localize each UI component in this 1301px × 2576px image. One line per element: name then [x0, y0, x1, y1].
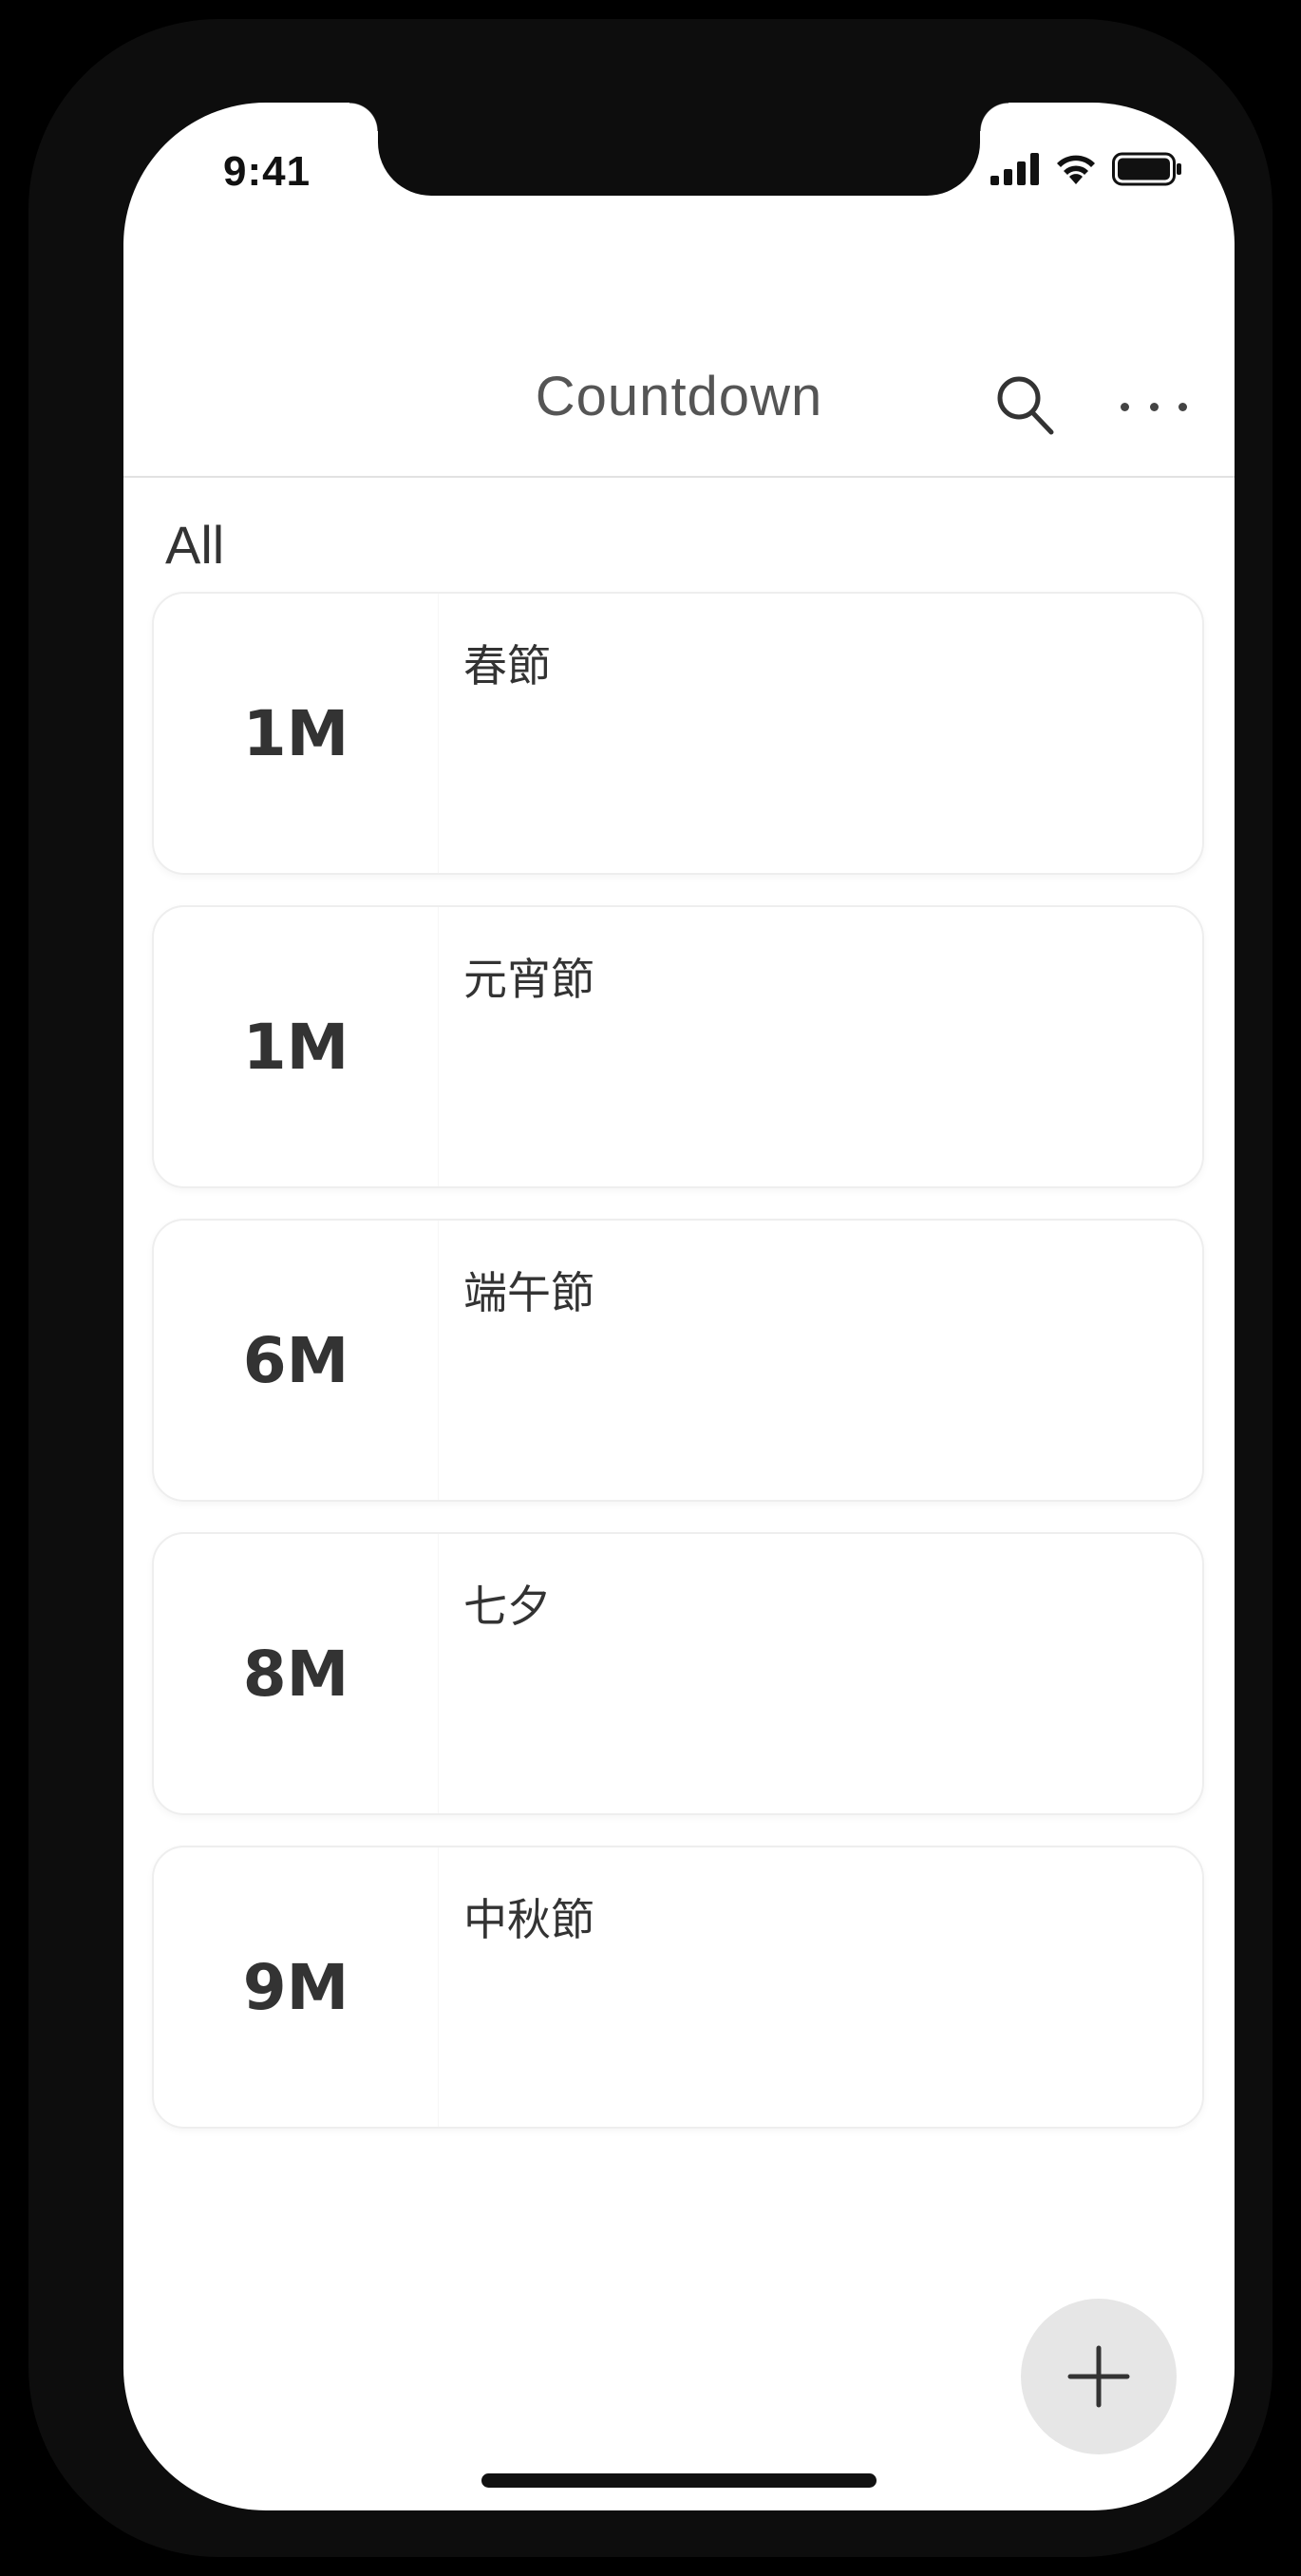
- device-notch: [349, 103, 1009, 196]
- countdown-remaining: 8M: [154, 1534, 439, 1813]
- app-screen: 9:41 Countdown All 1M 春節 1M 元宵節 6M 端午節 8…: [123, 103, 1235, 2510]
- page-title: Countdown: [535, 366, 823, 427]
- plus-icon: [1067, 2345, 1130, 2408]
- add-countdown-button[interactable]: [1021, 2299, 1177, 2454]
- countdown-remaining: 1M: [154, 594, 439, 873]
- countdown-remaining: 9M: [154, 1847, 439, 2127]
- countdown-card[interactable]: 8M 七夕: [152, 1532, 1204, 1815]
- home-indicator[interactable]: [481, 2473, 877, 2488]
- navigation-bar: Countdown: [123, 302, 1235, 478]
- signal-icon: [990, 153, 1039, 185]
- countdown-title: 春節: [463, 640, 551, 691]
- countdown-card[interactable]: 9M 中秋節: [152, 1846, 1204, 2129]
- countdown-title: 端午節: [463, 1267, 594, 1318]
- more-button[interactable]: [1121, 388, 1187, 426]
- countdown-card[interactable]: 1M 春節: [152, 592, 1204, 875]
- countdown-card[interactable]: 6M 端午節: [152, 1219, 1204, 1502]
- search-button[interactable]: [992, 372, 1059, 439]
- more-icon-dot: [1149, 402, 1159, 411]
- search-icon: [997, 376, 1054, 435]
- phone-frame: 9:41 Countdown All 1M 春節 1M 元宵節 6M 端午節 8…: [28, 19, 1273, 2557]
- countdown-remaining: 6M: [154, 1221, 439, 1500]
- countdown-title: 元宵節: [463, 954, 594, 1005]
- battery-icon: [1112, 152, 1181, 186]
- countdown-title: 中秋節: [463, 1894, 594, 1945]
- status-icons: [990, 152, 1182, 186]
- wifi-icon: [1057, 155, 1095, 184]
- countdown-remaining: 1M: [154, 907, 439, 1186]
- countdown-list: 1M 春節 1M 元宵節 6M 端午節 8M 七夕 9M 中秋節: [152, 592, 1204, 2159]
- section-title: All: [165, 515, 225, 575]
- countdown-title: 七夕: [463, 1581, 551, 1632]
- countdown-card[interactable]: 1M 元宵節: [152, 905, 1204, 1188]
- status-time: 9:41: [223, 148, 311, 195]
- more-icon-dot: [1178, 402, 1187, 411]
- more-icon-dot: [1121, 402, 1129, 411]
